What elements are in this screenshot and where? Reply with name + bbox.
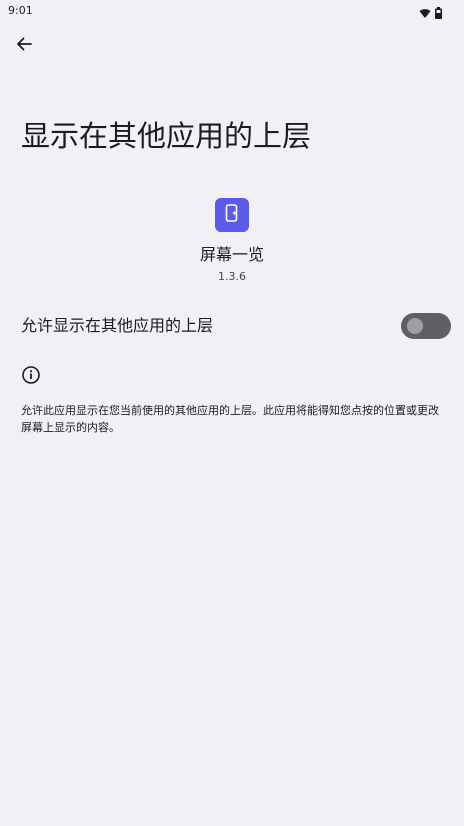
permission-description: 允许此应用显示在您当前使用的其他应用的上层。此应用将能得知您点按的位置或更改屏幕… <box>21 404 439 434</box>
overlay-permission-row[interactable]: 允许显示在其他应用的上层 <box>0 306 464 346</box>
battery-icon <box>435 4 442 23</box>
page-title: 显示在其他应用的上层 <box>21 119 312 153</box>
toggle-thumb <box>407 318 423 334</box>
phone-sparkle-icon <box>222 203 242 227</box>
overlay-permission-label: 允许显示在其他应用的上层 <box>21 316 214 335</box>
back-button[interactable] <box>10 32 38 60</box>
info-icon <box>21 365 41 385</box>
arrow-left-icon <box>15 35 33 57</box>
app-icon <box>215 198 249 232</box>
overlay-permission-toggle[interactable] <box>401 313 451 339</box>
app-name: 屏幕一览 <box>199 245 264 264</box>
app-version: 1.3.6 <box>218 270 246 283</box>
status-time: 9:01 <box>8 4 33 17</box>
wifi-icon <box>419 4 431 23</box>
status-icons <box>419 4 442 23</box>
status-bar: 9:01 <box>0 0 464 22</box>
